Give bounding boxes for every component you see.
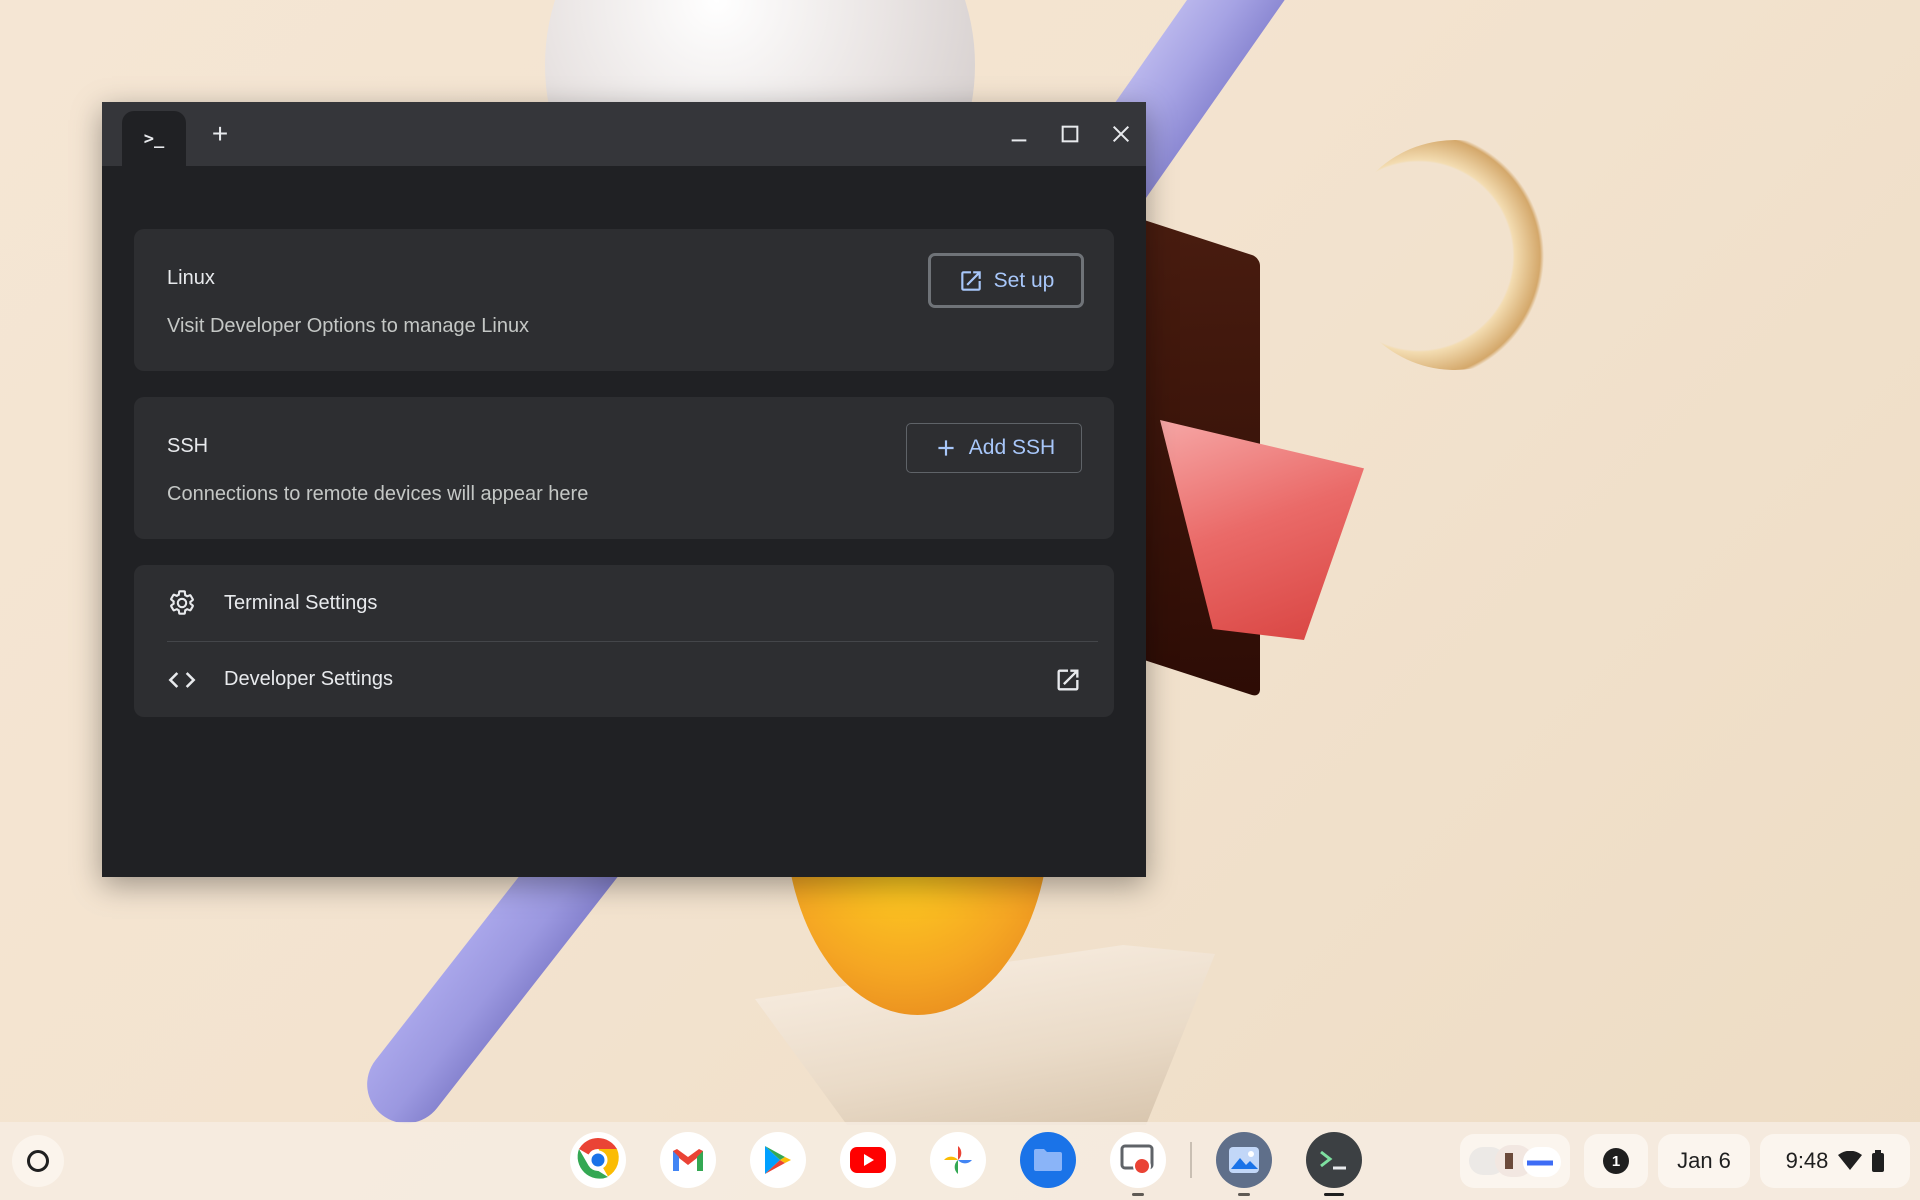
files-icon [1034, 1149, 1062, 1171]
developer-settings-label: Developer Settings [224, 668, 393, 690]
terminal-settings-label: Terminal Settings [224, 591, 378, 614]
add-ssh-label: Add SSH [968, 436, 1056, 459]
chrome-icon [572, 1134, 624, 1186]
terminal-window: >_ + Linux Visit Developer Options to ma… [102, 102, 1146, 877]
time-label: 9:48 [1785, 1148, 1829, 1173]
terminal-app[interactable] [1306, 1132, 1362, 1196]
photos-icon [944, 1146, 972, 1174]
notification-count: 1 [1603, 1148, 1629, 1174]
gmail-app[interactable] [660, 1132, 716, 1188]
ssh-description: Connections to remote devices will appea… [167, 483, 589, 505]
ssh-card: SSH Connections to remote devices will a… [134, 397, 1114, 539]
gmail-icon [673, 1149, 703, 1171]
ssh-title: SSH [167, 435, 209, 457]
youtube-app[interactable] [840, 1132, 896, 1188]
play-store-icon [765, 1146, 791, 1174]
set-up-label: Set up [993, 268, 1055, 292]
terminal-home: Linux Visit Developer Options to manage … [102, 166, 1146, 717]
screencast-app[interactable] [1110, 1132, 1166, 1196]
plus-icon: + [211, 118, 229, 149]
holding-space-thumbnails-icon [1469, 1145, 1561, 1177]
holding-space[interactable] [1460, 1134, 1570, 1188]
plus-icon [938, 440, 954, 456]
wifi-icon [1838, 1151, 1863, 1170]
gallery-icon [1229, 1147, 1259, 1173]
terminal-prompt-icon: >_ [143, 128, 165, 149]
shelf: 1 Jan 6 9:48 [0, 1122, 1920, 1200]
close-button[interactable] [1095, 102, 1146, 166]
open-in-new-icon [960, 270, 981, 291]
set-up-button[interactable]: Set up [928, 253, 1084, 308]
date-tray[interactable]: Jan 6 [1658, 1134, 1750, 1188]
minimize-button[interactable] [993, 102, 1044, 166]
maximize-icon [1061, 125, 1078, 143]
terminal-tab[interactable]: >_ [122, 111, 186, 166]
close-icon [1112, 125, 1129, 143]
minimize-icon [1011, 139, 1026, 142]
battery-icon [1872, 1150, 1885, 1172]
new-tab-button[interactable]: + [202, 116, 238, 152]
wallpaper-crescent [1307, 107, 1603, 403]
developer-settings-row[interactable]: Developer Settings [167, 641, 1098, 717]
gear-icon [167, 588, 197, 618]
maximize-button[interactable] [1044, 102, 1095, 166]
pinned-apps [570, 1132, 1362, 1196]
youtube-icon [850, 1147, 886, 1173]
terminal-settings-row[interactable]: Terminal Settings [167, 565, 1098, 641]
screencast-icon [1120, 1144, 1154, 1175]
notification-counter[interactable]: 1 [1584, 1134, 1648, 1188]
gallery-app[interactable] [1216, 1132, 1272, 1196]
launcher-button[interactable] [12, 1135, 64, 1187]
status-area[interactable]: 9:48 [1760, 1134, 1910, 1188]
linux-title: Linux [167, 267, 215, 289]
code-brackets-icon [167, 665, 197, 695]
title-bar[interactable]: >_ + [102, 102, 1146, 166]
chrome-app[interactable] [570, 1132, 626, 1188]
date-label: Jan 6 [1677, 1148, 1731, 1173]
files-app[interactable] [1020, 1132, 1076, 1188]
shelf-divider [1190, 1142, 1192, 1178]
photos-app[interactable] [930, 1132, 986, 1188]
launcher-icon [27, 1150, 49, 1172]
terminal-icon [1320, 1150, 1346, 1170]
window-controls [993, 102, 1146, 166]
play-store-app[interactable] [750, 1132, 806, 1188]
linux-card: Linux Visit Developer Options to manage … [134, 229, 1114, 371]
open-in-new-icon [1057, 669, 1079, 691]
add-ssh-button[interactable]: Add SSH [906, 423, 1082, 473]
linux-description: Visit Developer Options to manage Linux [167, 315, 530, 337]
settings-card: Terminal Settings Developer Settings [134, 565, 1114, 717]
